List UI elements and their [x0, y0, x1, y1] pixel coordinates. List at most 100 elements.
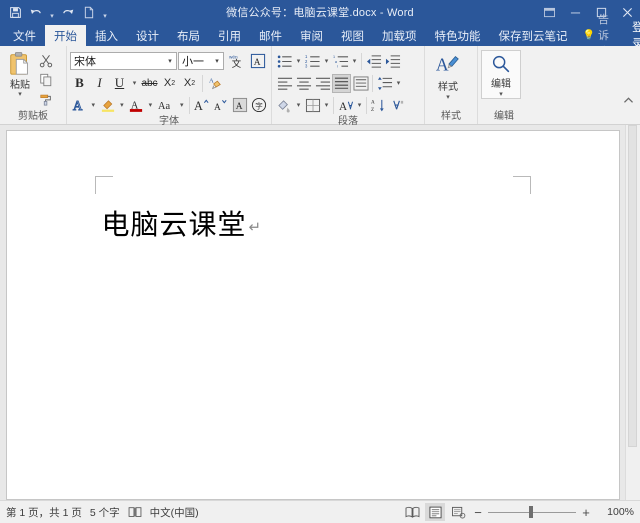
multilevel-dropdown-icon[interactable]: ▾ [350, 52, 359, 71]
bold-button[interactable]: B [70, 74, 89, 93]
align-right-icon[interactable] [313, 74, 332, 93]
format-painter-icon[interactable] [37, 90, 55, 107]
underline-dropdown-icon[interactable]: ▾ [130, 74, 139, 93]
tab-mailings[interactable]: 邮件 [250, 25, 291, 46]
bullets-dropdown-icon[interactable]: ▾ [294, 52, 303, 71]
paste-button[interactable]: 粘贴 ▾ [3, 50, 37, 98]
change-case-dropdown-icon[interactable]: ▾ [178, 96, 187, 115]
shading-icon[interactable] [275, 96, 294, 115]
character-shading-icon[interactable]: A [231, 96, 249, 115]
font-name-dropdown-icon[interactable]: ▾ [164, 57, 176, 65]
sort-icon[interactable]: AZ [369, 96, 388, 115]
language-indicator[interactable]: 中文(中国) [150, 505, 207, 520]
tab-review[interactable]: 审阅 [291, 25, 332, 46]
borders-icon[interactable] [303, 96, 322, 115]
character-border-icon[interactable]: A [248, 52, 267, 71]
clear-formatting-button[interactable]: A [206, 74, 225, 93]
redo-icon[interactable] [58, 2, 78, 22]
align-center-icon[interactable] [294, 74, 313, 93]
customize-qat-icon[interactable]: ▾ [100, 0, 110, 25]
highlight-dropdown-icon[interactable]: ▾ [118, 96, 127, 115]
align-justify-icon[interactable] [332, 74, 351, 93]
undo-icon[interactable] [26, 2, 46, 22]
font-color-icon[interactable]: A [127, 96, 145, 115]
align-left-icon[interactable] [275, 74, 294, 93]
copy-icon[interactable] [37, 71, 55, 88]
font-name-combo[interactable]: 宋体 ▾ [70, 52, 177, 70]
zoom-in-button[interactable]: + [579, 506, 593, 519]
tab-view[interactable]: 视图 [332, 25, 373, 46]
styles-dropdown-icon[interactable]: ▾ [446, 95, 450, 101]
zoom-out-button[interactable]: − [471, 506, 485, 519]
phonetic-guide-icon[interactable]: wén文 [225, 52, 247, 71]
proofing-status-icon[interactable] [128, 506, 150, 518]
paste-dropdown-icon[interactable]: ▾ [18, 92, 22, 98]
tab-design[interactable]: 设计 [127, 25, 168, 46]
undo-dropdown-icon[interactable]: ▾ [47, 0, 57, 25]
font-size-combo[interactable]: 小一 ▾ [178, 52, 224, 70]
editing-dropdown-icon[interactable]: ▾ [499, 92, 503, 98]
vertical-scrollbar[interactable] [625, 125, 640, 500]
document-body-text[interactable]: 电脑云课堂↵ [102, 203, 263, 243]
superscript-button[interactable]: X2 [180, 74, 199, 93]
enclose-characters-icon[interactable]: 字 [250, 96, 268, 115]
subscript-button[interactable]: X2 [160, 74, 179, 93]
decrease-indent-icon[interactable] [364, 52, 383, 71]
line-spacing-icon[interactable] [375, 74, 394, 93]
shading-dropdown-icon[interactable]: ▾ [294, 96, 303, 115]
grow-font-icon[interactable]: A [193, 96, 211, 115]
change-case-icon[interactable]: Aa [156, 96, 177, 115]
distributed-icon[interactable] [351, 74, 370, 93]
font-name-value: 宋体 [74, 53, 164, 69]
editing-button[interactable]: 编辑 ▾ [481, 50, 521, 99]
document-page[interactable]: 电脑云课堂↵ [6, 130, 620, 500]
paragraph-mark-icon[interactable] [388, 96, 407, 115]
tab-layout[interactable]: 布局 [168, 25, 209, 46]
text-effects-dropdown-icon[interactable]: ▾ [89, 96, 98, 115]
font-color-dropdown-icon[interactable]: ▾ [146, 96, 155, 115]
tab-references[interactable]: 引用 [209, 25, 250, 46]
line-spacing-dropdown-icon[interactable]: ▾ [394, 74, 403, 93]
ribbon-display-options-button[interactable] [536, 0, 562, 24]
vertical-scrollbar-thumb[interactable] [628, 125, 637, 447]
italic-button[interactable]: I [90, 74, 109, 93]
text-effects-icon[interactable]: A [70, 96, 88, 115]
tab-featured[interactable]: 特色功能 [426, 25, 490, 46]
tab-addins[interactable]: 加载项 [373, 25, 426, 46]
tab-save-to-cloud-note[interactable]: 保存到云笔记 [490, 25, 577, 46]
zoom-level-label[interactable]: 100% [596, 506, 634, 518]
styles-group-label: 样式 [428, 110, 474, 124]
formatting-marks-dropdown-icon[interactable]: ▾ [355, 96, 364, 115]
tab-insert[interactable]: 插入 [86, 25, 127, 46]
web-layout-button[interactable] [448, 503, 468, 521]
zoom-slider-thumb[interactable] [529, 506, 533, 518]
tab-file[interactable]: 文件 [4, 25, 45, 46]
numbering-dropdown-icon[interactable]: ▾ [322, 52, 331, 71]
underline-button[interactable]: U [110, 74, 129, 93]
svg-text:wén: wén [228, 55, 237, 60]
new-document-icon[interactable] [79, 2, 99, 22]
text-highlight-color-icon[interactable] [99, 96, 117, 115]
bullets-icon[interactable] [275, 52, 294, 71]
read-mode-button[interactable] [402, 503, 422, 521]
strikethrough-button[interactable]: abc [140, 74, 159, 93]
zoom-slider[interactable] [488, 505, 576, 519]
page-indicator[interactable]: 第 1 页，共 1 页 [6, 505, 90, 520]
print-layout-button[interactable] [425, 503, 445, 521]
show-formatting-marks-icon[interactable]: A [336, 96, 355, 115]
numbering-icon[interactable]: 123 [303, 52, 322, 71]
save-icon[interactable] [5, 2, 25, 22]
shrink-font-icon[interactable]: A [212, 96, 230, 115]
increase-indent-icon[interactable] [383, 52, 402, 71]
font-size-dropdown-icon[interactable]: ▾ [211, 57, 223, 65]
collapse-ribbon-icon[interactable] [621, 93, 635, 107]
multilevel-list-icon[interactable]: 1ai [331, 52, 350, 71]
borders-dropdown-icon[interactable]: ▾ [322, 96, 331, 115]
styles-button[interactable]: A 样式 ▾ [428, 50, 468, 101]
word-count[interactable]: 5 个字 [90, 505, 128, 520]
paste-label: 粘贴 [10, 80, 30, 91]
para-row3-divider2 [366, 97, 367, 114]
tab-home[interactable]: 开始 [45, 25, 86, 46]
para-row1-divider [361, 53, 362, 70]
cut-icon[interactable] [37, 52, 55, 69]
